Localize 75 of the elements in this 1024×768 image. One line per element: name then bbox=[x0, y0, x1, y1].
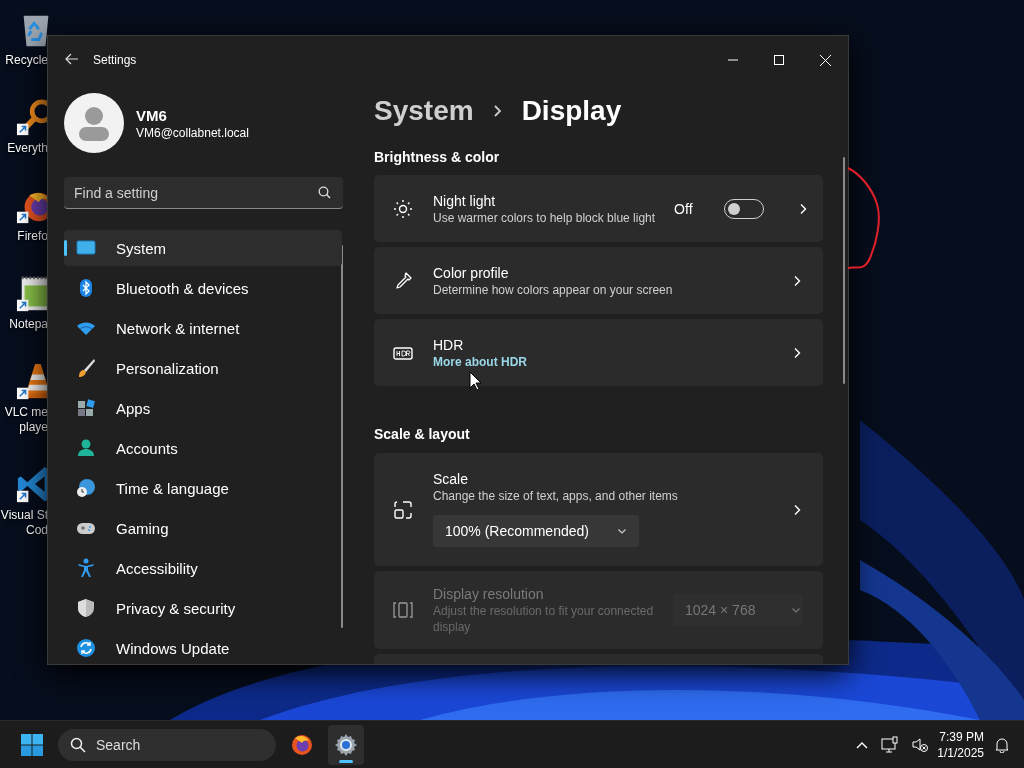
nav-item[interactable]: Bluetooth & devices bbox=[64, 270, 342, 306]
setting-description: Adjust the resolution to fit your connected display bbox=[433, 603, 654, 635]
nav-item[interactable]: System bbox=[64, 230, 342, 266]
settings-search-field[interactable]: Find a setting bbox=[64, 177, 343, 209]
refresh-icon bbox=[76, 638, 96, 658]
accessibility-icon bbox=[76, 558, 96, 578]
apps-icon bbox=[76, 398, 96, 418]
breadcrumb-item: Display bbox=[521, 95, 622, 127]
search-icon bbox=[318, 186, 331, 199]
setting-description: Use warmer colors to help block blue light bbox=[433, 209, 656, 226]
scale-icon bbox=[393, 499, 413, 520]
nav-item[interactable]: Network & internet bbox=[64, 310, 342, 346]
desktop-icon-label[interactable]: Recycle bbox=[5, 53, 48, 68]
selection-indicator bbox=[64, 240, 67, 256]
eyedropper-icon bbox=[393, 270, 413, 291]
bell-icon bbox=[994, 736, 1010, 753]
gear-icon bbox=[334, 732, 358, 757]
setting-title: Color profile bbox=[433, 263, 509, 282]
nav-item[interactable]: Personalization bbox=[64, 350, 342, 386]
setting-title: Display resolution bbox=[433, 585, 544, 603]
search-icon bbox=[70, 736, 86, 753]
start-icon bbox=[20, 732, 44, 757]
caret-icon bbox=[791, 605, 802, 615]
nav-item[interactable]: Privacy & security bbox=[64, 590, 342, 626]
nav-item[interactable]: Windows Update bbox=[64, 630, 342, 664]
desktop-icon-label[interactable]: VLC me playe bbox=[4, 405, 48, 435]
setting-card[interactable]: HDR More about HDR bbox=[374, 319, 823, 386]
nav-item[interactable]: Accounts bbox=[64, 430, 342, 466]
desktop-icon-label[interactable]: Notepa bbox=[9, 317, 48, 332]
nav-item[interactable]: Apps bbox=[64, 390, 342, 426]
breadcrumb-chevron-icon bbox=[491, 104, 504, 118]
desktop-icon-label[interactable]: Firefo bbox=[17, 229, 48, 244]
resolution-icon bbox=[393, 600, 413, 620]
setting-card[interactable]: Scale Change the size of text, apps, and other items 100% (Recommended) bbox=[374, 453, 823, 566]
setting-card[interactable]: Night light Use warmer colors to help block blue light Off bbox=[374, 175, 823, 242]
scrollbar[interactable] bbox=[843, 157, 845, 384]
caret-icon bbox=[616, 526, 627, 536]
breadcrumb-item[interactable]: System bbox=[374, 95, 474, 127]
setting-description: Determine how colors appear on your screen bbox=[433, 281, 673, 298]
window-title: Settings bbox=[93, 53, 138, 67]
monitor-icon bbox=[76, 238, 96, 258]
nav-item[interactable]: Accessibility bbox=[64, 550, 342, 586]
setting-description: Change the size of text, apps, and other items bbox=[433, 488, 678, 504]
taskbar-search-field[interactable]: Search bbox=[58, 728, 276, 761]
nav-item[interactable]: Time & language bbox=[64, 470, 342, 506]
scrollbar[interactable] bbox=[341, 245, 343, 628]
more-info-link[interactable]: More about HDR bbox=[433, 353, 527, 370]
setting-title: Scale bbox=[433, 470, 469, 488]
toggle-state-label: Off bbox=[674, 200, 693, 217]
globe-clock-icon bbox=[76, 478, 96, 498]
setting-title: HDR bbox=[433, 335, 464, 354]
brush-icon bbox=[76, 358, 96, 378]
person-icon bbox=[76, 438, 96, 458]
user-email: VM6@collabnet.local bbox=[136, 124, 249, 141]
user-name: VM6 bbox=[136, 105, 168, 125]
desktop-icon-label[interactable]: Everyth bbox=[7, 141, 48, 156]
avatar-icon bbox=[64, 93, 124, 153]
shield-icon bbox=[76, 598, 96, 618]
speaker-muted-icon bbox=[911, 735, 930, 754]
nav-item[interactable]: Gaming bbox=[64, 510, 342, 546]
setting-title: Night light bbox=[433, 191, 496, 210]
section-heading: Brightness & color bbox=[374, 148, 501, 167]
sun-icon bbox=[393, 198, 413, 219]
clock[interactable]: 7:39 PM 1/1/2025 bbox=[937, 728, 984, 761]
section-heading: Scale & layout bbox=[374, 425, 471, 444]
maximize-icon bbox=[774, 55, 784, 65]
taskbar-app[interactable] bbox=[328, 724, 364, 765]
scale-dropdown[interactable]: 100% (Recommended) bbox=[433, 515, 639, 547]
pointer-icon bbox=[469, 371, 483, 391]
browser-icon bbox=[290, 732, 314, 757]
setting-card[interactable]: Color profile Determine how colors appear on your screen bbox=[374, 247, 823, 314]
close-icon bbox=[819, 54, 831, 66]
running-indicator bbox=[339, 759, 353, 763]
back-arrow-icon bbox=[65, 53, 79, 65]
network-monitor-icon bbox=[881, 735, 900, 754]
